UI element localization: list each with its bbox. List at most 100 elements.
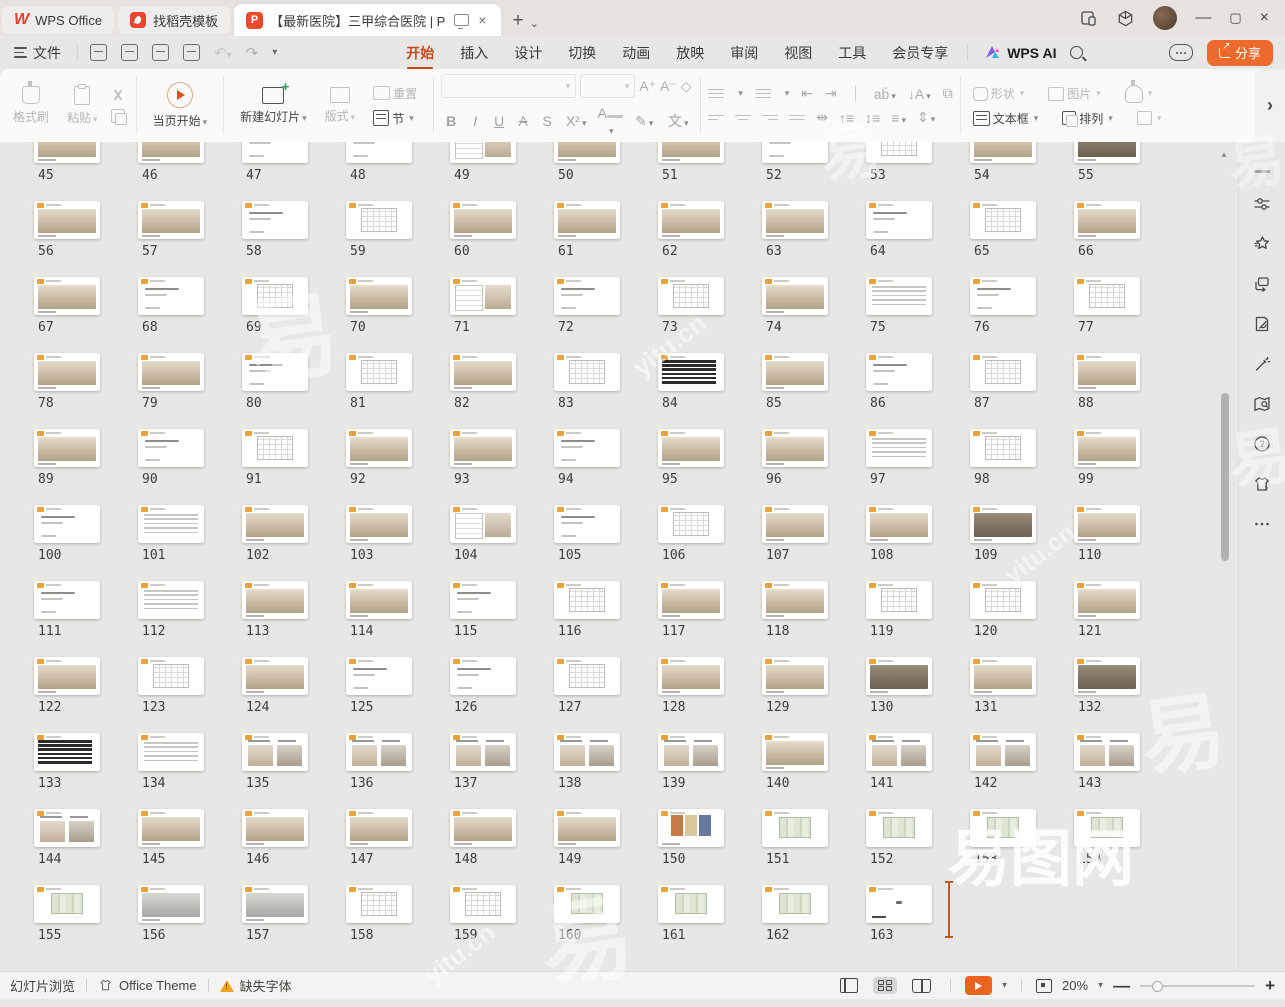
properties-sliders-icon[interactable]	[1252, 194, 1273, 215]
zoom-in-button[interactable]: +	[1265, 976, 1275, 996]
slide-thumbnail-152[interactable]	[866, 809, 932, 847]
slide-thumbnail-62[interactable]	[658, 201, 724, 239]
menu-tab-切换[interactable]: 切换	[555, 37, 609, 69]
cast-screen-icon[interactable]	[454, 14, 469, 26]
slide-thumbnail-121[interactable]	[1074, 581, 1140, 619]
section-button[interactable]: 节▾	[368, 110, 422, 127]
slide-thumbnail-93[interactable]	[450, 429, 516, 467]
menu-tab-开始[interactable]: 开始	[393, 37, 447, 69]
slide-thumbnail-98[interactable]	[970, 429, 1036, 467]
slide-thumbnail-125[interactable]	[346, 657, 412, 695]
menu-tab-审阅[interactable]: 审阅	[717, 37, 771, 69]
align-text-icon[interactable]: ⇕▾	[917, 109, 935, 126]
slide-thumbnail-72[interactable]	[554, 277, 620, 315]
slide-thumbnail-87[interactable]	[970, 353, 1036, 391]
text-shadow-button[interactable]: S	[537, 113, 557, 129]
slide-thumbnail-144[interactable]	[34, 809, 100, 847]
slide-thumbnail-89[interactable]	[34, 429, 100, 467]
cut-icon[interactable]	[111, 89, 125, 103]
clear-format-icon[interactable]: ◇	[681, 78, 692, 95]
slide-thumbnail-57[interactable]	[138, 201, 204, 239]
slide-thumbnail-136[interactable]	[346, 733, 412, 771]
align-left-icon[interactable]	[708, 115, 724, 121]
print-preview-icon[interactable]	[183, 44, 200, 61]
slide-thumbnail-92[interactable]	[346, 429, 412, 467]
wps-ai-button[interactable]: WPS AI	[984, 45, 1056, 61]
font-name-select[interactable]: ▾	[441, 74, 576, 98]
slide-thumbnail-137[interactable]	[450, 733, 516, 771]
slide-thumbnail-53[interactable]	[866, 142, 932, 163]
slide-thumbnail-153[interactable]	[970, 809, 1036, 847]
slide-thumbnail-103[interactable]	[346, 505, 412, 543]
decrease-font-icon[interactable]: A⁻	[660, 78, 677, 95]
distribute-text-icon[interactable]: ⇹	[816, 109, 828, 126]
slide-thumbnail-52[interactable]	[762, 142, 828, 163]
slide-thumbnail-50[interactable]	[554, 142, 620, 163]
slide-thumbnail-80[interactable]	[242, 353, 308, 391]
quick-access-chevron-icon[interactable]: ▾	[272, 47, 277, 58]
slide-thumbnail-143[interactable]	[1074, 733, 1140, 771]
tab-list-chevron-icon[interactable]: ⌄	[530, 17, 543, 36]
picture-button[interactable]: 图片▾	[1043, 85, 1106, 102]
slide-thumbnail-116[interactable]	[554, 581, 620, 619]
slide-thumbnail-158[interactable]	[346, 885, 412, 923]
slide-thumbnail-67[interactable]	[34, 277, 100, 315]
highlight-button[interactable]: ✎▾	[629, 113, 659, 130]
text-direction-icon[interactable]: ab̄▾	[874, 86, 896, 102]
slide-thumbnail-124[interactable]	[242, 657, 308, 695]
slide-thumbnail-142[interactable]	[970, 733, 1036, 771]
slide-thumbnail-120[interactable]	[970, 581, 1036, 619]
slide-thumbnail-132[interactable]	[1074, 657, 1140, 695]
bold-button[interactable]: B	[441, 113, 461, 129]
zoom-level-value[interactable]: 20%	[1062, 978, 1088, 993]
slide-thumbnail-81[interactable]	[346, 353, 412, 391]
close-window-button[interactable]: ×	[1260, 9, 1269, 27]
line-spacing-up-icon[interactable]: ↑≡	[839, 110, 854, 126]
slide-thumbnail-47[interactable]	[242, 142, 308, 163]
slide-thumbnail-138[interactable]	[554, 733, 620, 771]
slide-thumbnail-146[interactable]	[242, 809, 308, 847]
strikethrough-button[interactable]: A	[513, 113, 533, 129]
search-icon[interactable]	[1070, 46, 1083, 59]
italic-button[interactable]: I	[465, 113, 485, 129]
slide-thumbnail-64[interactable]	[866, 201, 932, 239]
layout-button[interactable]: 版式▾	[316, 87, 365, 124]
slide-thumbnail-108[interactable]	[866, 505, 932, 543]
format-painter-button[interactable]: 格式刷	[4, 86, 58, 125]
help-icon[interactable]: ?	[1252, 434, 1273, 455]
slide-thumbnail-150[interactable]	[658, 809, 724, 847]
file-menu-button[interactable]: 文件	[0, 43, 71, 63]
slide-thumbnail-48[interactable]	[346, 142, 412, 163]
decrease-indent-icon[interactable]: ⇤	[801, 85, 813, 102]
vertical-scrollbar[interactable]: ▲	[1218, 142, 1232, 972]
slide-thumbnail-135[interactable]	[242, 733, 308, 771]
increase-font-icon[interactable]: A⁺	[639, 78, 656, 95]
slide-thumbnail-140[interactable]	[762, 733, 828, 771]
slide-thumbnail-127[interactable]	[554, 657, 620, 695]
new-slide-button[interactable]: 新建幻灯片▾	[231, 87, 316, 125]
slide-thumbnail-139[interactable]	[658, 733, 724, 771]
textbox-button[interactable]: 文本框▾	[968, 110, 1044, 127]
slide-thumbnail-147[interactable]	[346, 809, 412, 847]
slide-thumbnail-99[interactable]	[1074, 429, 1140, 467]
slide-thumbnail-162[interactable]	[762, 885, 828, 923]
share-button[interactable]: 分享	[1207, 40, 1273, 66]
slide-thumbnail-56[interactable]	[34, 201, 100, 239]
skin-theme-icon[interactable]	[1252, 474, 1273, 495]
slide-thumbnail-46[interactable]	[138, 142, 204, 163]
scrollbar-thumb[interactable]	[1221, 393, 1229, 561]
numbered-list-icon[interactable]	[755, 89, 771, 99]
slide-thumbnail-123[interactable]	[138, 657, 204, 695]
slide-thumbnail-71[interactable]	[450, 277, 516, 315]
menu-tab-放映[interactable]: 放映	[663, 37, 717, 69]
slide-thumbnail-83[interactable]	[554, 353, 620, 391]
font-color-button[interactable]: A▾	[595, 105, 625, 137]
slide-thumbnail-77[interactable]	[1074, 277, 1140, 315]
slide-thumbnail-148[interactable]	[450, 809, 516, 847]
find-layout-icon[interactable]	[1252, 394, 1273, 415]
font-size-select[interactable]: ▾	[580, 74, 635, 98]
slide-thumbnail-111[interactable]	[34, 581, 100, 619]
shapes-button[interactable]: 形状▾	[968, 85, 1030, 102]
slide-thumbnail-54[interactable]	[970, 142, 1036, 163]
slide-thumbnail-76[interactable]	[970, 277, 1036, 315]
